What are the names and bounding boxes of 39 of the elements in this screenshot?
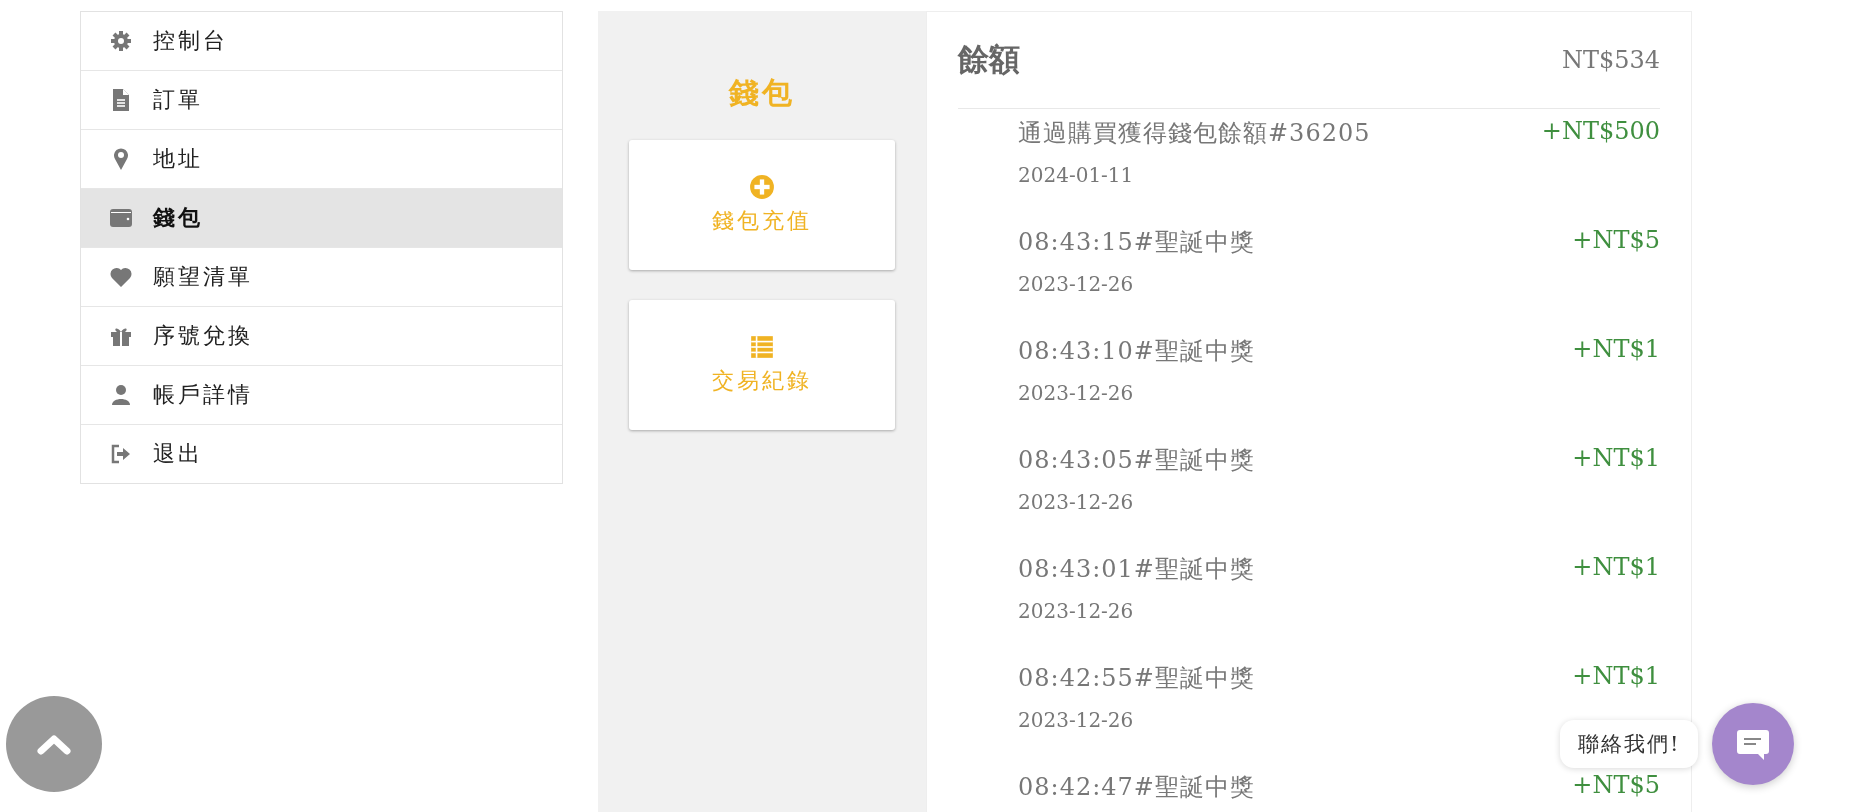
settings-icon (109, 29, 133, 53)
balance-label: 餘額 (958, 40, 1020, 79)
transaction-amount: +NT$1 (1572, 444, 1660, 474)
transaction-date: 2024-01-11 (1018, 163, 1135, 187)
transaction-amount: +NT$1 (1572, 335, 1660, 365)
transaction-amount: +NT$500 (1541, 117, 1660, 147)
wallet-title: 錢包 (729, 74, 795, 112)
transaction-amount: +NT$5 (1572, 226, 1660, 256)
wallet-icon (109, 206, 133, 230)
sidebar-item[interactable]: 訂單 (81, 71, 562, 130)
heart-icon (109, 265, 133, 289)
transaction-title: 08:43:10#聖誕中獎 (1018, 336, 1255, 367)
transaction-date: 2023-12-26 (1018, 490, 1135, 514)
sidebar-item[interactable]: 退出 (81, 425, 562, 483)
plus-circle-icon (749, 174, 775, 200)
sidebar-item[interactable]: 序號兌換 (81, 307, 562, 366)
chevron-up-icon (37, 733, 71, 755)
transaction-title: 08:43:01#聖誕中獎 (1018, 554, 1255, 585)
chat-button[interactable] (1712, 703, 1795, 785)
user-icon (109, 383, 133, 407)
sidebar-item[interactable]: 願望清單 (81, 248, 562, 307)
balance-amount: NT$534 (1561, 46, 1660, 74)
transaction-title: 08:43:05#聖誕中獎 (1018, 445, 1255, 476)
transaction-date: 2023-12-26 (1018, 708, 1135, 732)
transaction-amount: +NT$1 (1572, 662, 1660, 692)
sidebar-item[interactable]: 控制台 (81, 12, 562, 71)
sidebar-item[interactable]: 帳戶詳情 (81, 366, 562, 425)
list-icon (749, 334, 775, 360)
transaction-title: 通過購買獲得錢包餘額#36205 (1018, 118, 1371, 149)
transaction-date: 2023-12-26 (1018, 599, 1135, 623)
chat-label[interactable]: 聯絡我們! (1560, 720, 1699, 768)
transaction-title: 08:43:15#聖誕中獎 (1018, 227, 1255, 258)
transaction-title: 08:42:47#聖誕中獎 (1018, 772, 1255, 803)
sidebar-item[interactable]: 錢包 (81, 189, 562, 248)
transaction-amount: +NT$1 (1572, 553, 1660, 583)
transaction-date: 2023-12-26 (1018, 381, 1135, 405)
transaction-title: 08:42:55#聖誕中獎 (1018, 663, 1255, 694)
transaction-amount: +NT$5 (1572, 771, 1660, 801)
transaction-date: 2023-12-26 (1018, 272, 1135, 296)
